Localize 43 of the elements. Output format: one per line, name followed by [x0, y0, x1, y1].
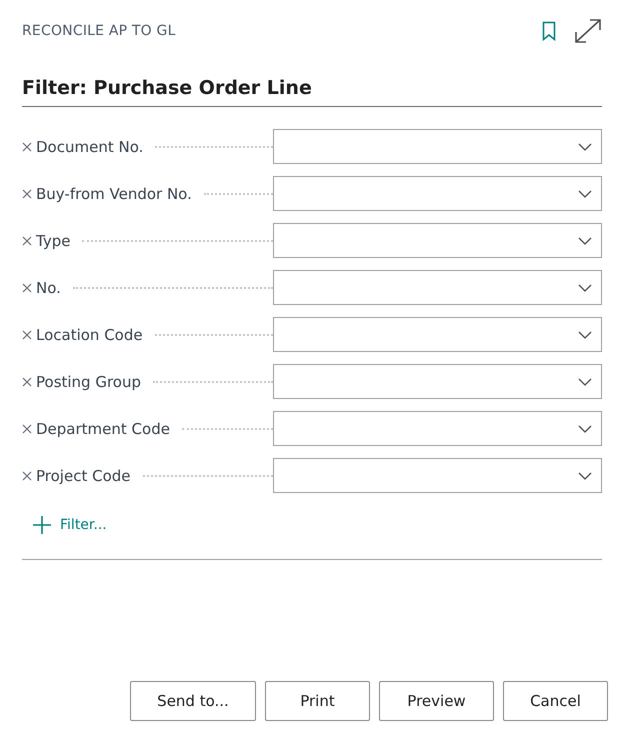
remove-filter-icon[interactable] [22, 424, 32, 434]
bookmark-icon[interactable] [542, 21, 556, 41]
filter-dropdown[interactable] [273, 458, 602, 493]
expand-icon[interactable] [574, 18, 602, 44]
filter-dropdown[interactable] [273, 411, 602, 446]
filter-dropdown[interactable] [273, 364, 602, 399]
filter-label: No. [36, 278, 61, 296]
remove-filter-icon[interactable] [22, 188, 32, 198]
filter-label: Posting Group [36, 372, 142, 390]
remove-filter-icon[interactable] [22, 142, 32, 152]
filter-label: Document No. [36, 138, 144, 156]
filter-dropdown[interactable] [273, 129, 602, 164]
filter-label: Project Code [36, 466, 130, 484]
filter-label: Type [36, 232, 70, 250]
dialog-button[interactable]: Send to... [130, 681, 256, 721]
filter-dropdown[interactable] [273, 270, 602, 305]
remove-filter-icon[interactable] [22, 376, 32, 386]
chevron-down-icon [578, 236, 592, 244]
leader-line [204, 192, 273, 194]
chevron-down-icon [578, 142, 592, 150]
filter-dropdown[interactable] [273, 317, 602, 352]
chevron-down-icon [578, 190, 592, 198]
filter-label: Department Code [36, 420, 170, 438]
filter-label: Buy-from Vendor No. [36, 184, 192, 202]
filter-dropdown[interactable] [273, 176, 602, 211]
remove-filter-icon[interactable] [22, 236, 32, 246]
dialog-button[interactable]: Cancel [503, 681, 608, 721]
filter-label: Location Code [36, 326, 143, 344]
remove-filter-icon[interactable] [22, 470, 32, 480]
plus-icon [32, 515, 52, 535]
dialog-button[interactable]: Print [265, 681, 370, 721]
remove-filter-icon[interactable] [22, 330, 32, 340]
chevron-down-icon [578, 472, 592, 480]
chevron-down-icon [578, 378, 592, 386]
add-filter-link[interactable]: Filter... [32, 515, 107, 535]
dialog-button[interactable]: Preview [379, 681, 494, 721]
window-title: RECONCILE AP TO GL [22, 23, 176, 39]
filter-dropdown[interactable] [273, 223, 602, 258]
chevron-down-icon [578, 424, 592, 432]
remove-filter-icon[interactable] [22, 282, 32, 292]
chevron-down-icon [578, 330, 592, 338]
chevron-down-icon [578, 284, 592, 292]
filter-heading: Filter: Purchase Order Line [22, 77, 602, 107]
